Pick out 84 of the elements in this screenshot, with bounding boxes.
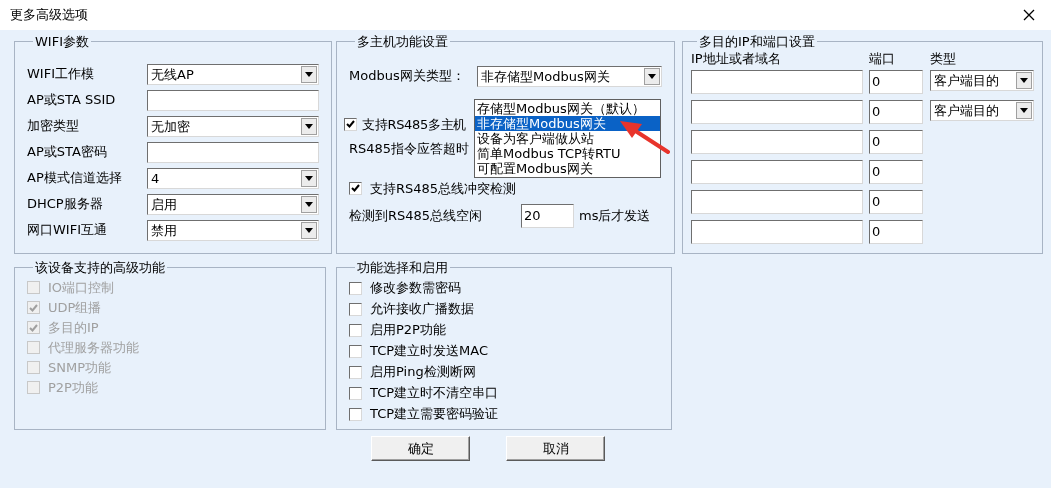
ip-address-field[interactable] (691, 129, 863, 154)
checkbox[interactable] (344, 117, 357, 131)
caret-icon[interactable] (301, 195, 317, 213)
port-field[interactable]: 0 (869, 219, 923, 244)
checkbox-label: 代理服务器功能 (48, 338, 139, 357)
dropdown[interactable]: 客户端目的 (930, 99, 1034, 121)
caret-icon[interactable] (301, 117, 317, 135)
port-field[interactable]: 0 (869, 69, 923, 94)
dropdown[interactable]: 非存储型Modbus网关 (477, 65, 662, 87)
ip-address-field[interactable] (691, 159, 863, 184)
field-label: Modbus网关类型： (349, 67, 466, 86)
checkbox-label: 修改参数需密码 (370, 279, 461, 298)
input-field[interactable] (147, 89, 319, 111)
dropdown-option[interactable]: 非存储型Modbus网关 (475, 116, 660, 131)
checkbox-label: 多目的IP (48, 318, 99, 337)
checkbox-label: UDP组播 (48, 298, 102, 317)
port-field[interactable]: 0 (869, 159, 923, 184)
checkbox-label: IO端口控制 (48, 278, 115, 297)
dropdown[interactable]: 禁用 (147, 219, 319, 241)
checkbox[interactable] (349, 323, 362, 337)
field-label: 加密类型 (27, 117, 80, 136)
field-label: AP模式信道选择 (27, 169, 123, 188)
input-field[interactable] (147, 141, 319, 163)
field-label: RS485指令应答超时 (349, 140, 471, 158)
checkbox-label: 启用Ping检测断网 (370, 363, 476, 382)
field-label: 网口WIFI互通 (27, 221, 108, 240)
input-field[interactable]: 20 (521, 204, 574, 228)
caret-icon[interactable] (1016, 71, 1032, 89)
ip-address-field[interactable] (691, 99, 863, 124)
column-header: 类型 (930, 51, 957, 66)
checkbox-label: 启用P2P功能 (370, 321, 446, 340)
field-label: 检测到RS485总线空闲 (349, 207, 484, 226)
caret-icon[interactable] (301, 221, 317, 239)
ip-address-field[interactable] (691, 189, 863, 214)
checkbox-label: SNMP功能 (48, 358, 112, 377)
caret-icon[interactable] (644, 67, 660, 85)
dropdown-option[interactable]: 存储型Modbus网关（默认） (475, 101, 660, 116)
dropdown[interactable]: 无线AP (147, 63, 319, 85)
field-label: AP或STA SSID (27, 91, 117, 110)
checkbox-label: TCP建立需要密码验证 (370, 405, 499, 424)
window-title: 更多高级选项 (10, 6, 88, 25)
dialog-button[interactable]: 确定 (371, 436, 470, 461)
checkbox-label: TCP建立时发送MAC (370, 342, 489, 361)
dropdown[interactable]: 启用 (147, 193, 319, 215)
field-label: WIFI工作模 (27, 65, 95, 84)
checkbox-label: 支持RS485总线冲突检测 (370, 179, 517, 198)
ip-address-field[interactable] (691, 219, 863, 244)
port-field[interactable]: 0 (869, 99, 923, 124)
checkbox-label: 允许接收广播数据 (370, 300, 474, 319)
caret-icon[interactable] (301, 169, 317, 187)
close-icon[interactable] (1023, 9, 1035, 21)
dropdown-option[interactable]: 简单Modbus TCP转RTU (475, 146, 660, 161)
unit-label: ms后才发送 (579, 207, 651, 226)
checkbox-label: TCP建立时不清空串口 (370, 384, 499, 403)
caret-icon[interactable] (301, 65, 317, 83)
field-label: DHCP服务器 (27, 195, 104, 214)
checkbox[interactable] (349, 407, 362, 421)
group-title: 功能选择和启用 (356, 259, 449, 277)
port-field[interactable]: 0 (869, 189, 923, 214)
group-title: 多目的IP和端口设置 (698, 33, 816, 51)
field-label: AP或STA密码 (27, 143, 108, 162)
dropdown[interactable]: 4 (147, 167, 319, 189)
checkbox-label: 支持RS485多主机 (362, 115, 467, 134)
ip-address-field[interactable] (691, 69, 863, 94)
checkbox[interactable] (349, 386, 362, 400)
dropdown[interactable]: 客户端目的 (930, 69, 1034, 91)
group-title: 多主机功能设置 (356, 33, 449, 51)
dialog-button[interactable]: 取消 (506, 436, 605, 461)
checkbox[interactable] (349, 281, 362, 295)
arrow-annotation (618, 118, 670, 154)
checkbox[interactable] (349, 302, 362, 316)
dropdown-option[interactable]: 可配置Modbus网关 (475, 161, 660, 176)
checkbox[interactable] (349, 181, 362, 195)
group-title: WIFI参数 (34, 33, 90, 51)
caret-icon[interactable] (1016, 101, 1032, 119)
checkbox[interactable] (349, 344, 362, 358)
checkbox-label: P2P功能 (48, 378, 98, 397)
port-field[interactable]: 0 (869, 129, 923, 154)
column-header: IP地址或者域名 (691, 51, 782, 66)
dropdown[interactable]: 无加密 (147, 115, 319, 137)
column-header: 端口 (869, 51, 896, 66)
dropdown-option[interactable]: 设备为客户端做从站 (475, 131, 660, 146)
group-title: 该设备支持的高级功能 (34, 259, 166, 277)
checkbox[interactable] (349, 365, 362, 379)
